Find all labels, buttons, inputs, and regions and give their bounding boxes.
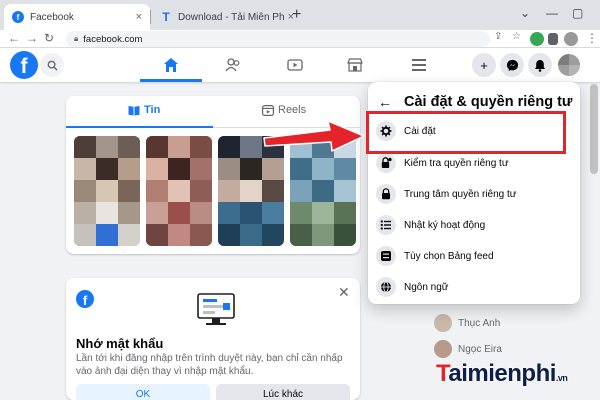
- password-card-title: Nhớ mật khẩu: [76, 336, 164, 351]
- nav-watch[interactable]: [284, 54, 306, 76]
- nav-home[interactable]: [160, 54, 182, 76]
- tab-facebook[interactable]: f Facebook ×: [4, 4, 150, 30]
- tab-reels-label: Reels: [278, 104, 307, 116]
- share-icon[interactable]: ⇪: [494, 31, 502, 42]
- facebook-logo[interactable]: f: [10, 51, 38, 79]
- facebook-favicon: f: [12, 11, 24, 23]
- menu-item-label: Nhật ký hoạt động: [404, 219, 486, 231]
- facebook-logo: f: [76, 290, 94, 308]
- extension-icon[interactable]: [530, 32, 544, 46]
- url-input[interactable]: 🔒︎ facebook.com: [66, 31, 490, 47]
- reload-icon[interactable]: ↻: [44, 31, 54, 45]
- nav-menu[interactable]: [408, 54, 430, 76]
- menu-item-language[interactable]: Ngôn ngữ: [376, 272, 572, 302]
- list-icon: [376, 215, 396, 235]
- ok-button[interactable]: OK: [76, 384, 210, 400]
- close-icon[interactable]: ✕: [338, 284, 350, 301]
- contact-item[interactable]: Thục Anh: [434, 314, 500, 332]
- browser-menu-icon[interactable]: ⋮: [586, 31, 598, 45]
- menu-icon: [412, 59, 426, 71]
- marketplace-icon: [347, 58, 363, 72]
- home-icon: [164, 58, 178, 72]
- menu-item-label: Ngôn ngữ: [404, 281, 449, 293]
- tab-title: Download - Tải Miễn Phí VN - P: [178, 11, 284, 23]
- avatar: [434, 340, 452, 358]
- story-item[interactable]: [146, 136, 212, 246]
- nav-marketplace[interactable]: [344, 54, 366, 76]
- forward-arrow-icon[interactable]: →: [26, 31, 38, 45]
- tab-reels[interactable]: Reels: [262, 104, 306, 116]
- remember-password-card: f ✕ Nhớ mật khẩu Lần tới khi đăng nhập t…: [66, 278, 360, 400]
- lock-check-icon: [376, 153, 396, 173]
- nav-active-indicator: [140, 79, 202, 82]
- friends-icon: [225, 58, 240, 72]
- menu-item-label: Kiểm tra quyền riêng tư: [404, 157, 509, 169]
- password-card-body: Lần tới khi đăng nhập trên trình duyệt n…: [76, 353, 343, 377]
- messenger-icon: [506, 59, 518, 71]
- globe-icon: [376, 277, 396, 297]
- avatar: [434, 314, 452, 332]
- address-bar: ← → ↻ 🔒︎ facebook.com ⇪ ☆ ⋮: [0, 30, 600, 48]
- menu-title: Cài đặt & quyền riêng tư: [404, 94, 573, 110]
- bell-icon: [535, 59, 545, 72]
- back-arrow-icon[interactable]: ←: [378, 94, 392, 110]
- messenger-button[interactable]: [500, 53, 524, 77]
- browser-tab-strip: f Facebook × T Download - Tải Miễn Phí V…: [0, 0, 600, 30]
- notifications-button[interactable]: [528, 53, 552, 77]
- menu-item-activity-log[interactable]: Nhật ký hoạt động: [376, 210, 572, 240]
- watch-icon: [287, 59, 303, 71]
- tab-separator: [150, 10, 151, 24]
- menu-item-privacy-center[interactable]: Trung tâm quyền riêng tư: [376, 179, 572, 209]
- minimize-button[interactable]: —: [546, 6, 558, 20]
- feed-preferences-icon: [376, 246, 396, 266]
- reels-icon: [262, 104, 274, 116]
- red-arrow-annotation: [263, 120, 365, 152]
- maximize-button[interactable]: ▢: [572, 6, 583, 20]
- tab-stories-label: Tin: [144, 104, 161, 116]
- menu-item-feed-preferences[interactable]: Tùy chọn Bảng feed: [376, 241, 572, 271]
- nav-friends[interactable]: [222, 54, 244, 76]
- contact-name: Ngọc Eira: [458, 343, 502, 355]
- search-icon: [47, 60, 58, 71]
- profile-avatar[interactable]: [564, 32, 578, 46]
- story-thumbnail: [74, 136, 140, 246]
- contact-item[interactable]: Ngọc Eira: [434, 340, 502, 358]
- new-tab-button[interactable]: +: [292, 6, 301, 24]
- tab-close-icon[interactable]: ×: [136, 11, 142, 23]
- lock-icon: 🔒︎: [74, 34, 79, 43]
- lock-icon: [376, 184, 396, 204]
- tab-title: Facebook: [30, 11, 74, 23]
- plus-icon: +: [480, 57, 488, 73]
- facebook-header: f +: [0, 48, 600, 82]
- extensions-puzzle-icon[interactable]: [548, 33, 558, 45]
- account-avatar[interactable]: [558, 54, 580, 76]
- highlight-box: [366, 111, 566, 154]
- book-icon: [128, 105, 140, 115]
- story-item[interactable]: [74, 136, 140, 246]
- back-arrow-icon[interactable]: ←: [8, 31, 20, 45]
- story-thumbnail: [146, 136, 212, 246]
- bookmark-star-icon[interactable]: ☆: [512, 31, 521, 42]
- menu-item-label: Trung tâm quyền riêng tư: [404, 188, 517, 200]
- tab-search-icon[interactable]: ⌄: [520, 6, 530, 20]
- url-text: facebook.com: [83, 33, 143, 45]
- tab-stories[interactable]: Tin: [128, 104, 160, 116]
- tab-active-indicator: [66, 126, 213, 128]
- menu-item-label: Tùy chọn Bảng feed: [404, 250, 494, 262]
- taimienphi-favicon: T: [162, 10, 170, 24]
- computer-illustration-icon: [197, 293, 235, 325]
- later-button[interactable]: Lúc khác: [216, 384, 350, 400]
- watermark-logo: Taimienphi.vn: [436, 360, 568, 387]
- create-button[interactable]: +: [472, 53, 496, 77]
- scrollbar[interactable]: [590, 84, 598, 174]
- contact-name: Thục Anh: [458, 317, 501, 329]
- search-button[interactable]: [40, 53, 64, 77]
- tab-download[interactable]: T Download - Tải Miễn Phí VN - P ×: [152, 4, 302, 30]
